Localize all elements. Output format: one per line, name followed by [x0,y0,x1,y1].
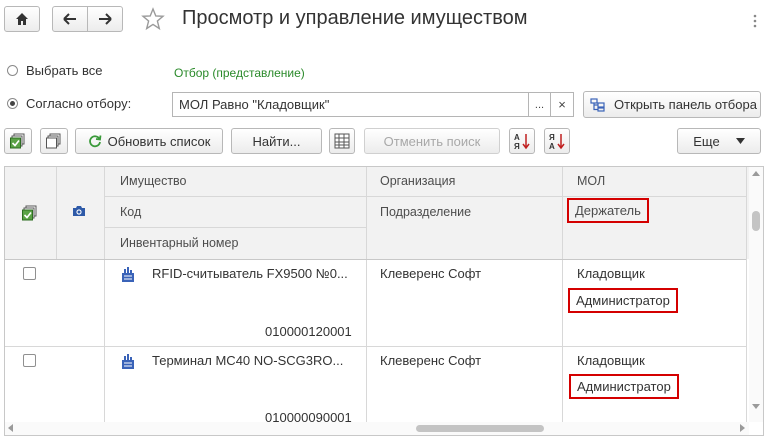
row-property-name[interactable]: Терминал MC40 NO-SCG3RO... [152,353,343,368]
filter-value-field[interactable]: МОЛ Равно "Кладовщик" [172,92,529,117]
check-multiple-icon [10,133,25,149]
equipment-icon [120,354,136,373]
scroll-down-arrow[interactable] [752,404,760,409]
header-mol[interactable]: МОЛ [577,174,605,188]
row-checkbox[interactable] [23,354,36,367]
header-department[interactable]: Подразделение [380,205,471,219]
sort-ascending-button[interactable]: A Я [509,128,535,154]
horizontal-scrollbar[interactable] [5,422,749,435]
filter-panel-icon [590,97,605,112]
refresh-list-label: Обновить список [107,133,211,149]
uncheck-multiple-icon [46,133,61,149]
header-organization[interactable]: Организация [380,174,455,188]
vertical-scrollbar[interactable] [749,167,763,422]
find-button[interactable]: Найти... [231,128,322,154]
refresh-icon [88,135,101,148]
arrow-left-icon [63,13,76,25]
window-menu-icon[interactable] [752,14,758,28]
vertical-scroll-thumb[interactable] [752,211,760,231]
svg-text:Я: Я [549,133,555,142]
by-filter-radio[interactable] [7,98,18,109]
header-code[interactable]: Код [120,205,141,219]
camera-icon [73,206,85,216]
header-inventory-number[interactable]: Инвентарный номер [120,236,238,250]
scroll-left-arrow[interactable] [8,424,13,432]
row-inventory-number[interactable]: 010000120001 [265,324,352,339]
table-grid-icon [334,133,350,149]
svg-text:A: A [514,133,520,142]
photo-column-header[interactable] [72,205,86,220]
chevron-down-icon [735,138,745,144]
page-title: Просмотр и управление имуществом [182,7,528,29]
filter-view-link[interactable]: Отбор (представление) [174,66,305,80]
sort-descending-button[interactable]: Я A [544,128,570,154]
check-multiple-icon [22,205,37,221]
row-holder[interactable]: Администратор [569,374,679,399]
select-all-label: Выбрать все [26,63,103,78]
back-button[interactable] [52,6,88,32]
filter-clear-button[interactable]: × [550,92,574,117]
column-settings-button[interactable] [329,128,355,154]
star-icon [141,7,165,31]
row-mol[interactable]: Кладовщик [577,353,645,368]
by-filter-label: Согласно отбору: [26,96,132,111]
refresh-list-button[interactable]: Обновить список [75,128,223,154]
more-menu-label: Еще [693,133,720,149]
equipment-icon [120,267,136,286]
filter-select-button[interactable]: ... [528,92,551,117]
row-property-name[interactable]: RFID-считыватель FX9500 №0... [152,266,348,281]
open-filter-panel-label: Открыть панель отбора [614,97,757,112]
scroll-up-arrow[interactable] [752,171,760,176]
scroll-right-arrow[interactable] [740,424,745,432]
svg-text:A: A [549,142,555,150]
svg-text:Я: Я [514,142,520,150]
select-all-radio[interactable] [7,65,18,76]
unmark-all-button[interactable] [40,128,68,154]
mark-all-button[interactable] [4,128,32,154]
row-mol[interactable]: Кладовщик [577,266,645,281]
forward-button[interactable] [87,6,123,32]
sort-az-icon: A Я [514,133,530,150]
cancel-search-button[interactable]: Отменить поиск [364,128,500,154]
row-holder[interactable]: Администратор [568,288,678,313]
header-property[interactable]: Имущество [120,174,187,188]
sort-za-icon: Я A [549,133,565,150]
row-organization[interactable]: Клеверенс Софт [380,266,481,281]
open-filter-panel-button[interactable]: Открыть панель отбора [583,91,761,118]
horizontal-scroll-thumb[interactable] [416,425,544,432]
favorite-star-button[interactable] [140,6,166,32]
row-checkbox[interactable] [23,267,36,280]
mark-column-header[interactable] [22,205,38,224]
home-button[interactable] [4,6,40,32]
arrow-right-icon [99,13,112,25]
property-table: Имущество Код Инвентарный номер Организа… [4,166,764,436]
more-menu-button[interactable]: Еще [677,128,761,154]
row-organization[interactable]: Клеверенс Софт [380,353,481,368]
header-holder[interactable]: Держатель [567,198,649,223]
home-icon [16,13,28,25]
